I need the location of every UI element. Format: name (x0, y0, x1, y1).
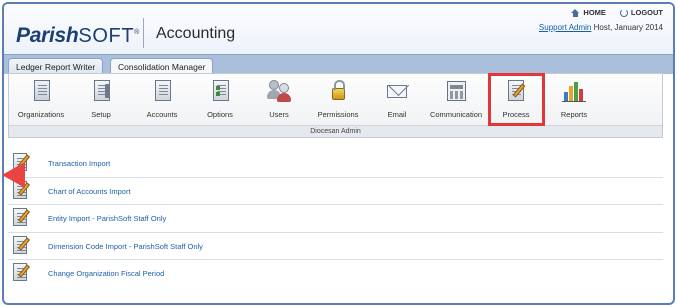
admin-toolbar: Organizations Setup Accounts Options Use… (8, 73, 663, 138)
user-context: Host, January 2014 (591, 23, 663, 32)
top-links: HOME LOGOUT (571, 8, 663, 17)
list-item: Change Organization Fiscal Period (8, 260, 663, 288)
process-list: Transaction Import Chart of Accounts Imp… (8, 150, 663, 288)
organizations-icon (28, 78, 54, 104)
logo-trademark: ® (134, 29, 139, 36)
header: ParishSOFT® Accounting HOME LOGOUT Suppo… (4, 4, 673, 54)
logo-text-soft: SOFT (78, 25, 135, 47)
toolbar-label: Email (387, 110, 407, 119)
process-link[interactable]: Chart of Accounts Import (48, 187, 131, 196)
toolbar-label: Organizations (17, 110, 65, 119)
setup-icon (88, 78, 114, 104)
toolbar-email[interactable]: Email (369, 78, 425, 119)
process-link[interactable]: Dimension Code Import - ParishSoft Staff… (48, 242, 203, 251)
header-divider (143, 18, 144, 48)
user-info: Support Admin Host, January 2014 (539, 23, 663, 32)
toolbar-label: Permissions (317, 110, 359, 119)
toolbar-accounts[interactable]: Accounts (134, 78, 190, 119)
process-icon (503, 78, 529, 104)
process-link[interactable]: Change Organization Fiscal Period (48, 269, 164, 278)
process-item-icon (12, 208, 32, 228)
toolbar-reports[interactable]: Reports (546, 78, 602, 119)
home-label: HOME (583, 8, 606, 17)
toolbar-process[interactable]: Process (488, 78, 544, 119)
toolbar-label: Options (207, 110, 233, 119)
envelope-icon (384, 78, 410, 104)
lock-icon (325, 78, 351, 104)
toolbar-label: Setup (91, 110, 111, 119)
toolbar-label: Users (269, 110, 289, 119)
toolbar-label: Process (502, 110, 530, 119)
toolbar-setup[interactable]: Setup (73, 78, 129, 119)
list-item: Transaction Import (8, 150, 663, 178)
logout-icon (619, 8, 628, 17)
logo-text-main: Parish (16, 24, 79, 47)
toolbar-users[interactable]: Users (251, 78, 307, 119)
section-label: Diocesan Admin (9, 125, 662, 137)
list-item: Dimension Code Import - ParishSoft Staff… (8, 233, 663, 260)
bar-chart-icon (561, 78, 587, 104)
options-icon (207, 78, 233, 104)
accounts-icon (149, 78, 175, 104)
tab-bar: Ledger Report Writer Consolidation Manag… (4, 54, 673, 75)
communication-icon (443, 78, 469, 104)
parishsoft-logo[interactable]: ParishSOFT® (16, 24, 139, 48)
toolbar-permissions[interactable]: Permissions (310, 78, 366, 119)
toolbar-label: Accounts (146, 110, 178, 119)
logout-label: LOGOUT (630, 8, 663, 17)
toolbar-options[interactable]: Options (192, 78, 248, 119)
process-item-icon (12, 235, 32, 256)
toolbar-organizations[interactable]: Organizations (13, 78, 69, 119)
toolbar-label: Communication (429, 110, 483, 119)
page-title: Accounting (156, 25, 236, 42)
pointer-arrow-icon (2, 162, 25, 188)
process-item-icon (12, 263, 32, 283)
user-link[interactable]: Support Admin (539, 23, 591, 32)
home-link[interactable]: HOME (571, 8, 606, 17)
home-icon (571, 8, 580, 17)
list-item: Chart of Accounts Import (8, 178, 663, 205)
toolbar-label: Reports (560, 110, 588, 119)
users-icon (266, 78, 292, 104)
process-link[interactable]: Transaction Import (48, 159, 110, 168)
list-item: Entity Import - ParishSoft Staff Only (8, 205, 663, 233)
logout-link[interactable]: LOGOUT (619, 8, 663, 17)
toolbar-communication[interactable]: Communication (428, 78, 484, 119)
process-link[interactable]: Entity Import - ParishSoft Staff Only (48, 214, 166, 223)
